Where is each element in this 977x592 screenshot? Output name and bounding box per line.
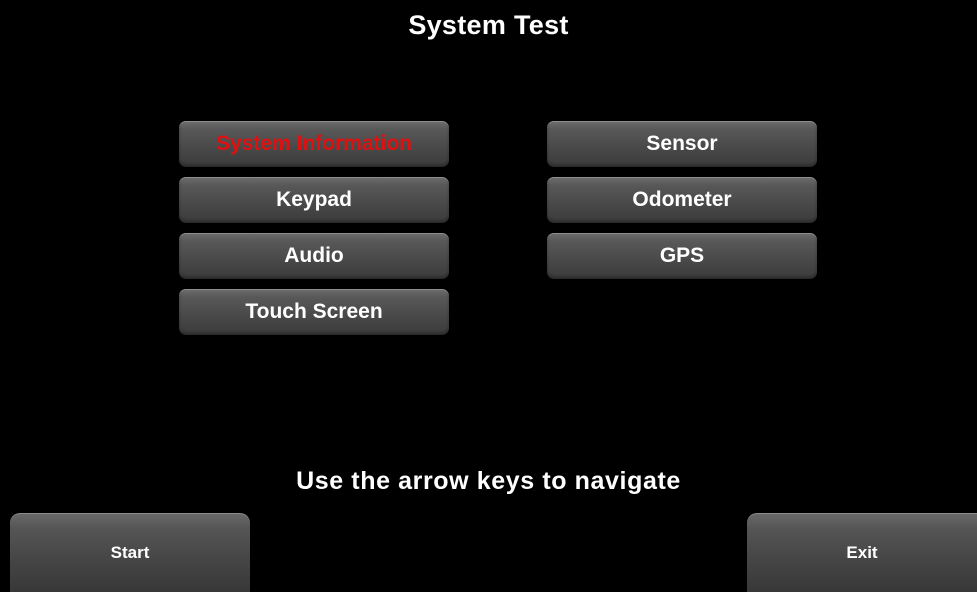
system-test-screen: System Test System Information Keypad Au… bbox=[0, 0, 977, 592]
start-button[interactable]: Start bbox=[10, 513, 250, 592]
system-information-button[interactable]: System Information bbox=[179, 121, 449, 167]
odometer-button[interactable]: Odometer bbox=[547, 177, 817, 223]
exit-label: Exit bbox=[846, 542, 878, 562]
system-information-label: System Information bbox=[215, 132, 413, 155]
audio-label: Audio bbox=[284, 244, 344, 267]
start-label: Start bbox=[110, 542, 150, 562]
audio-button[interactable]: Audio bbox=[179, 233, 449, 279]
exit-button[interactable]: Exit bbox=[747, 513, 977, 592]
touch-screen-label: Touch Screen bbox=[245, 300, 383, 323]
keypad-label: Keypad bbox=[276, 188, 352, 211]
page-title: System Test bbox=[408, 10, 569, 40]
sensor-label: Sensor bbox=[646, 132, 718, 155]
navigation-hint: Use the arrow keys to navigate bbox=[296, 467, 681, 495]
gps-button[interactable]: GPS bbox=[547, 233, 817, 279]
keypad-button[interactable]: Keypad bbox=[179, 177, 449, 223]
sensor-button[interactable]: Sensor bbox=[547, 121, 817, 167]
touch-screen-button[interactable]: Touch Screen bbox=[179, 289, 449, 335]
odometer-label: Odometer bbox=[632, 188, 732, 211]
gps-label: GPS bbox=[659, 244, 705, 267]
